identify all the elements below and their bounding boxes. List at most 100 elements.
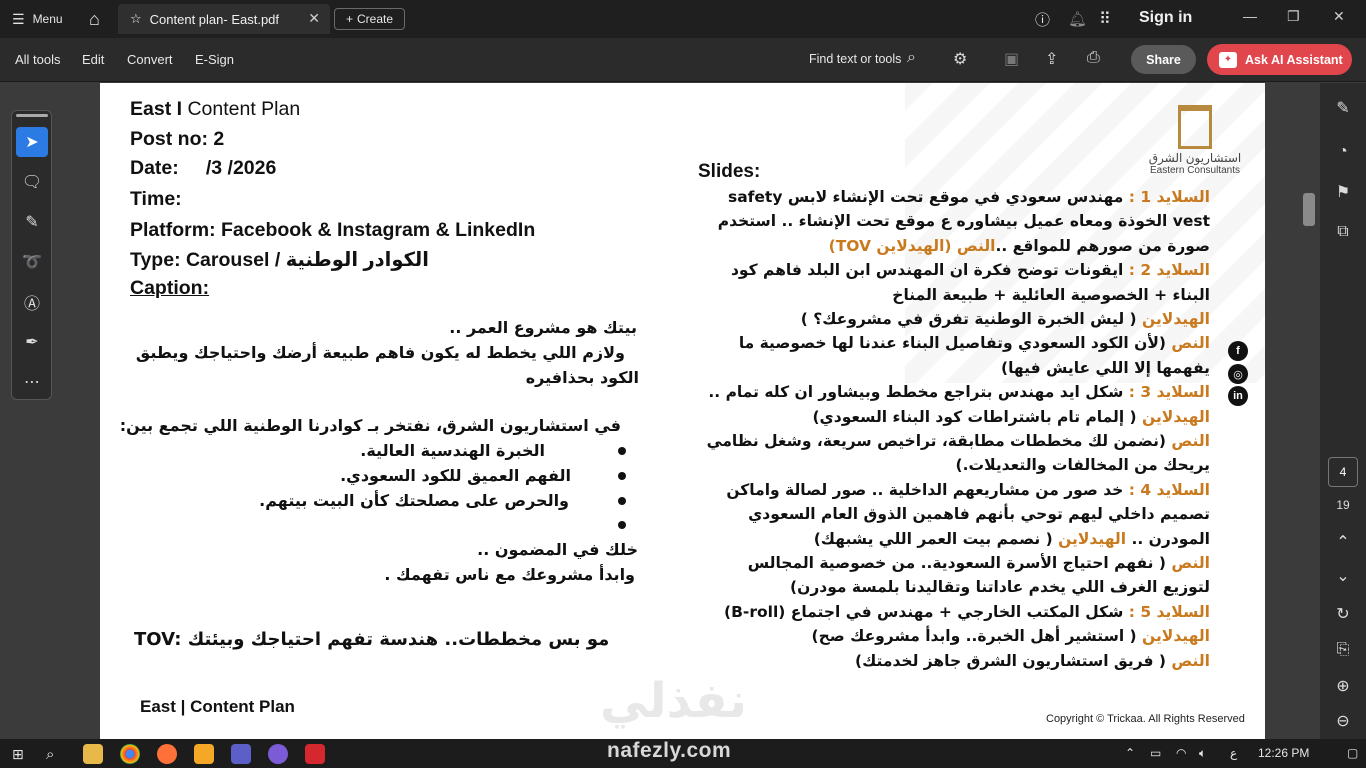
caption-line-1: بيتك هو مشروع العمر ..: [449, 318, 637, 337]
left-tool-rail: ➤ 🗨︎ ✎ ➰ Ⓐ ✒ ⋯: [11, 110, 52, 400]
convert-menu[interactable]: Convert: [127, 52, 173, 67]
windows-start-icon[interactable]: ⊞: [12, 746, 24, 763]
caption-line-2: ولازم اللي يخطط له يكون فاهم طبيعة أرضك …: [135, 343, 625, 362]
bookmark-icon[interactable]: ⚑: [1332, 181, 1354, 203]
close-tab-icon[interactable]: ✕: [308, 10, 320, 27]
slide-line: الهيدلاين ( ليش الخبرة الوطنية تفرق في م…: [700, 307, 1210, 331]
slide-text: يريحك من المخالفات والتعديلات.): [955, 456, 1210, 475]
zoom-in-icon[interactable]: ⊕: [1332, 675, 1354, 697]
app-icon[interactable]: [194, 744, 214, 764]
pdf-page: استشاريون الشرق Eastern Consultants East…: [100, 83, 1265, 739]
refresh-icon[interactable]: ↻: [1332, 603, 1354, 625]
chevron-down-icon[interactable]: ⌄: [1332, 565, 1354, 587]
vertical-scrollbar[interactable]: [1301, 83, 1318, 739]
title-bar: ☰ Menu ⌂ ☆ Content plan- East.pdf ✕ + Cr…: [0, 0, 1366, 38]
search-taskbar-icon[interactable]: ⌕: [46, 746, 54, 763]
current-page-input[interactable]: 4: [1328, 457, 1358, 487]
heading-light: Content Plan: [182, 98, 301, 120]
language-indicator[interactable]: ع: [1230, 746, 1237, 760]
slide-label: النص: [1165, 651, 1210, 670]
facebook-icon: f: [1228, 341, 1248, 361]
help-icon[interactable]: ⓘ: [1035, 0, 1050, 38]
bullet-dot: [618, 447, 626, 455]
print-icon[interactable]: ⎙: [1087, 49, 1100, 67]
tray-chevron-icon[interactable]: ⌃: [1125, 746, 1135, 760]
slide-line: السلايد 3 : شكل ايد مهندس بتراجع مخطط وب…: [700, 380, 1210, 404]
sign-pen-icon[interactable]: ✒: [16, 327, 48, 357]
time-field: Time:: [130, 188, 182, 210]
logo-english: Eastern Consultants: [1149, 165, 1241, 176]
slide-line: النص ( نفهم احتياج الأسرة السعودية.. من …: [700, 551, 1210, 575]
chat-app-icon[interactable]: [268, 744, 288, 764]
volume-icon[interactable]: 🔈︎: [1199, 746, 1206, 761]
slide-text: (لأن الكود السعودي وتفاصيل البناء عندنا …: [738, 334, 1166, 353]
save-icon[interactable]: ▣: [1004, 49, 1019, 69]
zoom-out-icon[interactable]: ⊖: [1332, 710, 1354, 732]
search-icon[interactable]: ⌕: [907, 49, 916, 67]
home-icon[interactable]: ⌂: [89, 0, 100, 38]
apps-grid-icon[interactable]: ⠿: [1099, 0, 1111, 38]
extract-page-icon[interactable]: ⎘: [1332, 639, 1354, 661]
hamburger-icon: ☰: [12, 10, 25, 27]
slide-label: السلايد 3 :: [1123, 383, 1210, 402]
caption-label: Caption:: [130, 277, 210, 299]
firefox-icon[interactable]: [157, 744, 177, 764]
bullet-dot: [618, 497, 626, 505]
edit-menu[interactable]: Edit: [82, 52, 104, 67]
drag-handle[interactable]: [16, 114, 48, 117]
find-text-button[interactable]: Find text or tools: [809, 52, 901, 66]
ask-ai-button[interactable]: ✦ Ask AI Assistant: [1207, 44, 1352, 75]
ask-ai-label: Ask AI Assistant: [1245, 52, 1343, 67]
bullet-text-3: والحرص على مصلحتك كأن البيت بيتهم.: [259, 491, 569, 510]
bullet-text-2: الفهم العميق للكود السعودي.: [340, 466, 571, 485]
edit-pdf-icon[interactable]: ✎: [1332, 97, 1354, 119]
more-tools-icon[interactable]: ⋯: [16, 367, 48, 397]
highlight-pen-icon[interactable]: ✎: [16, 207, 48, 237]
draw-freehand-icon[interactable]: ➰: [16, 247, 48, 277]
close-window-icon[interactable]: ✕: [1333, 8, 1345, 25]
document-tab[interactable]: ☆ Content plan- East.pdf ✕: [118, 4, 330, 34]
scrollbar-thumb[interactable]: [1303, 193, 1315, 226]
file-explorer-icon[interactable]: [83, 744, 103, 764]
copy-pages-icon[interactable]: ⧉: [1332, 221, 1354, 243]
slide-line: صورة من صورهم للمواقع ..النص (الهيدلاين …: [700, 234, 1210, 258]
share-button[interactable]: Share: [1131, 45, 1196, 74]
comments-icon[interactable]: ◔: [1332, 141, 1354, 163]
battery-icon[interactable]: ▭: [1150, 746, 1161, 760]
menu-button[interactable]: ☰ Menu: [12, 0, 63, 38]
slide-label: السلايد 4 :: [1123, 480, 1210, 499]
date-field: Date: /3 /2026: [130, 157, 277, 179]
ai-tools-icon[interactable]: ⚙: [953, 49, 967, 69]
star-icon[interactable]: ☆: [130, 11, 142, 27]
slide-text: vest الخوذة ومعاه عميل بيشاوره ع موقع تح…: [717, 212, 1210, 231]
tab-title: Content plan- East.pdf: [149, 11, 280, 27]
create-button[interactable]: + Create: [334, 8, 405, 30]
acrobat-icon[interactable]: [305, 744, 325, 764]
slide-line: السلايد 2 : ايقونات توضح فكرة ان المهندس…: [700, 258, 1210, 282]
text-box-icon[interactable]: Ⓐ: [16, 287, 48, 317]
slide-line: السلايد 5 : شكل المكتب الخارجي + مهندس ف…: [700, 600, 1210, 624]
minimize-icon[interactable]: —: [1243, 8, 1257, 24]
select-cursor-icon[interactable]: ➤: [16, 127, 48, 157]
slide-label: السلايد 1 :: [1123, 188, 1210, 206]
restore-icon[interactable]: ❐: [1287, 8, 1300, 25]
slide-line: vest الخوذة ومعاه عميل بيشاوره ع موقع تح…: [700, 209, 1210, 233]
upload-icon[interactable]: ⇪: [1045, 49, 1058, 69]
wifi-icon[interactable]: ◠: [1176, 746, 1186, 760]
sign-in-button[interactable]: Sign in: [1139, 9, 1192, 27]
slide-line: السلايد 1 : مهندس سعودي في موقع تحت الإن…: [700, 185, 1210, 209]
chevron-up-icon[interactable]: ⌃: [1332, 531, 1354, 553]
chrome-icon[interactable]: [120, 744, 140, 764]
clock[interactable]: 12:26 PM: [1258, 746, 1309, 760]
comment-icon[interactable]: 🗨︎: [16, 167, 48, 197]
slide-label: الهيدلاين: [1058, 529, 1127, 548]
notification-icon[interactable]: ▢: [1347, 746, 1358, 760]
teams-icon[interactable]: [231, 744, 251, 764]
slide-text: ( ليش الخبرة الوطنية تفرق في مشروعك؟ ): [800, 310, 1137, 328]
bell-icon[interactable]: 🔔︎: [1068, 0, 1087, 38]
slide-text: (نضمن لك مخططات مطابقة، تراخيص سريعة، وش…: [706, 432, 1166, 450]
post-number: Post no: 2: [130, 128, 225, 150]
watermark: نفذلي: [600, 673, 747, 729]
all-tools-menu[interactable]: All tools: [15, 52, 61, 67]
esign-menu[interactable]: E-Sign: [195, 52, 234, 67]
